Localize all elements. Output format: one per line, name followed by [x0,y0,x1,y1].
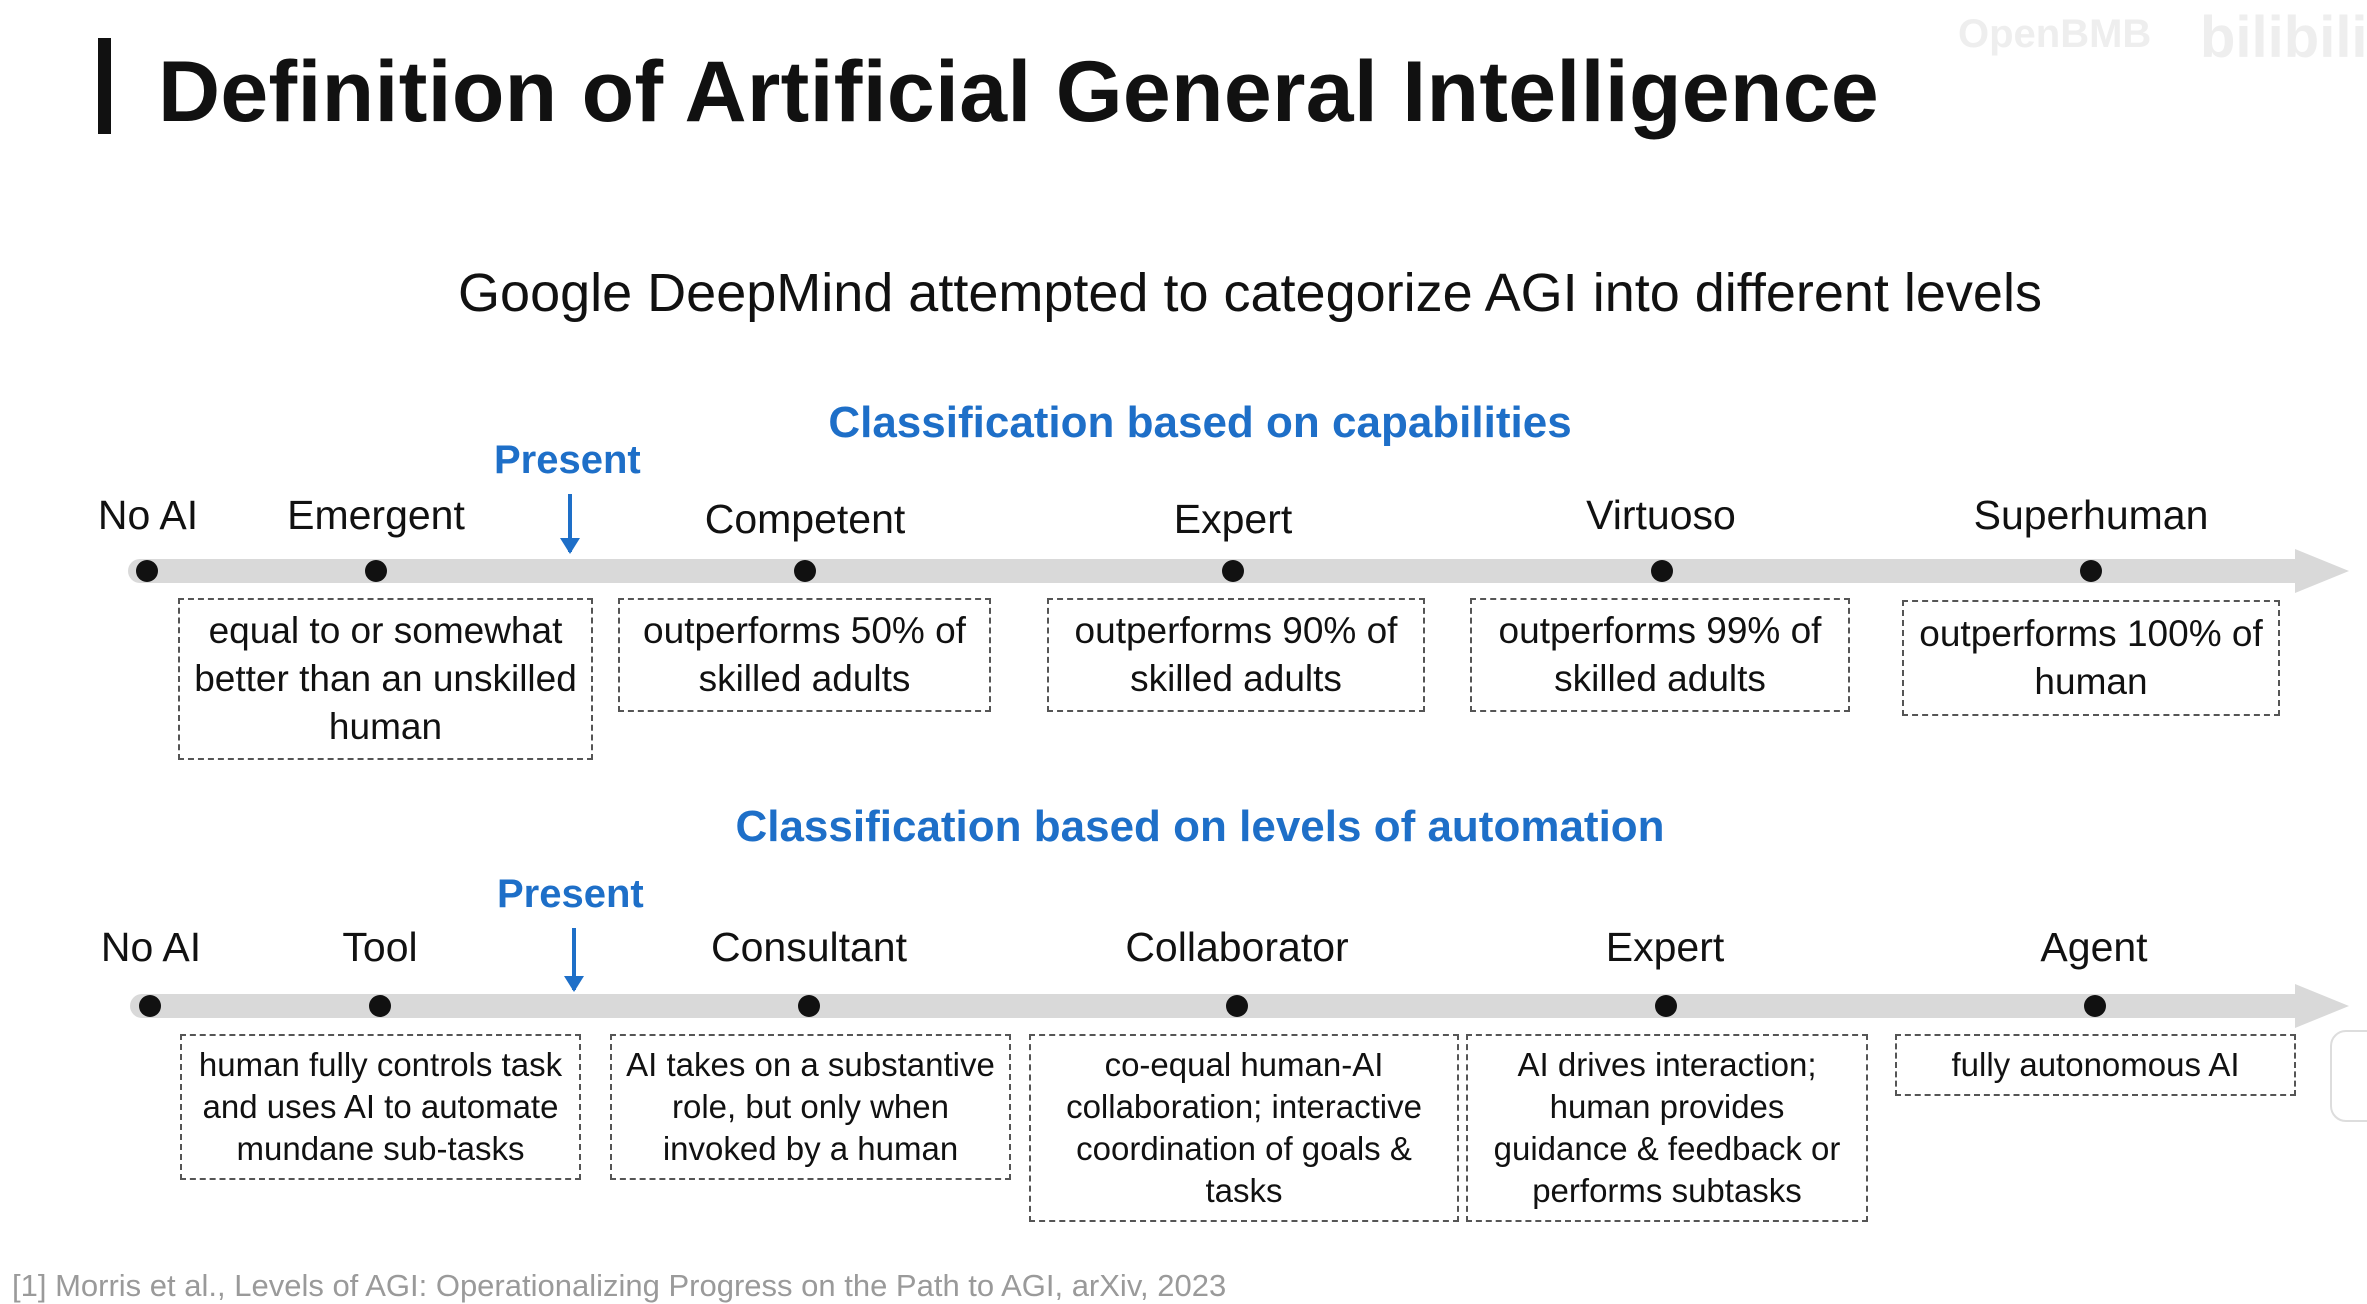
capability-level-marker [136,560,158,582]
automation-present-label: Present [497,872,644,916]
automation-description: fully autonomous AI [1951,1046,2240,1083]
automation-level-label: Collaborator [1125,924,1349,970]
capability-description: outperforms 90% of skilled adults [1074,610,1398,699]
capability-level-marker [365,560,387,582]
automation-description: AI takes on a substantive role, but only… [626,1046,995,1167]
automation-present-arrow [564,928,584,992]
automation-level-marker [369,995,391,1017]
automation-description: human fully controls task and uses AI to… [198,1046,563,1167]
title-accent-bar [98,38,111,134]
automation-level-marker [798,995,820,1017]
capability-description-box: equal to or somewhat better than an unsk… [178,598,593,760]
automation-level-label: Agent [2040,924,2148,970]
page-title: Definition of Artificial General Intelli… [158,44,1880,140]
capability-level-marker [2080,560,2102,582]
automation-level-marker [139,995,161,1017]
automation-description-box: AI drives interaction; human provides gu… [1466,1034,1868,1222]
reference-footnote: [1] Morris et al., Levels of AGI: Operat… [12,1268,1227,1303]
capability-description-box: outperforms 100% of human [1902,600,2280,716]
capability-description: outperforms 50% of skilled adults [643,610,966,699]
automation-level-marker [1655,995,1677,1017]
side-panel-handle[interactable] [2330,1030,2367,1122]
capability-level-label: Virtuoso [1586,492,1736,538]
capability-level-label: Competent [704,496,906,542]
capabilities-present-label: Present [494,438,641,482]
automation-level-label: Consultant [710,924,907,970]
automation-description: co-equal human-AI collaboration; interac… [1066,1046,1422,1209]
capabilities-present-arrow [560,494,580,554]
watermark-openbmb: OpenBMB [1958,12,2152,56]
automation-description-box: fully autonomous AI [1895,1034,2296,1096]
automation-description: AI drives interaction; human provides gu… [1493,1046,1841,1209]
capability-description-box: outperforms 50% of skilled adults [618,598,991,712]
capability-description: outperforms 99% of skilled adults [1498,610,1822,699]
automation-timeline-arrowhead [2295,984,2349,1028]
capability-level-marker [794,560,816,582]
automation-level-label: No AI [100,924,202,970]
capability-level-label: Expert [1173,496,1293,542]
slide-subtitle: Google DeepMind attempted to categorize … [458,263,2042,323]
automation-description-box: AI takes on a substantive role, but only… [610,1034,1011,1180]
capabilities-timeline-arrowhead [2295,549,2349,593]
capability-level-marker [1222,560,1244,582]
automation-description-box: co-equal human-AI collaboration; interac… [1029,1034,1459,1222]
capability-description-box: outperforms 90% of skilled adults [1047,598,1425,712]
capability-level-label: Emergent [287,492,465,538]
automation-timeline-track [130,994,2308,1018]
automation-heading: Classification based on levels of automa… [735,802,1665,851]
capability-level-marker [1651,560,1673,582]
automation-level-label: Tool [342,924,418,970]
automation-level-marker [2084,995,2106,1017]
capabilities-heading: Classification based on capabilities [828,398,1572,447]
capability-description-box: outperforms 99% of skilled adults [1470,598,1850,712]
automation-level-marker [1226,995,1248,1017]
automation-description-box: human fully controls task and uses AI to… [180,1034,581,1180]
capability-description: outperforms 100% of human [1919,613,2263,702]
capability-level-label: No AI [97,492,199,538]
capability-level-label: Superhuman [1973,492,2209,538]
capability-description: equal to or somewhat better than an unsk… [194,610,577,747]
capabilities-timeline-track [128,559,2308,583]
watermark-bilibili: bilibili [2200,5,2367,70]
automation-level-label: Expert [1605,924,1725,970]
